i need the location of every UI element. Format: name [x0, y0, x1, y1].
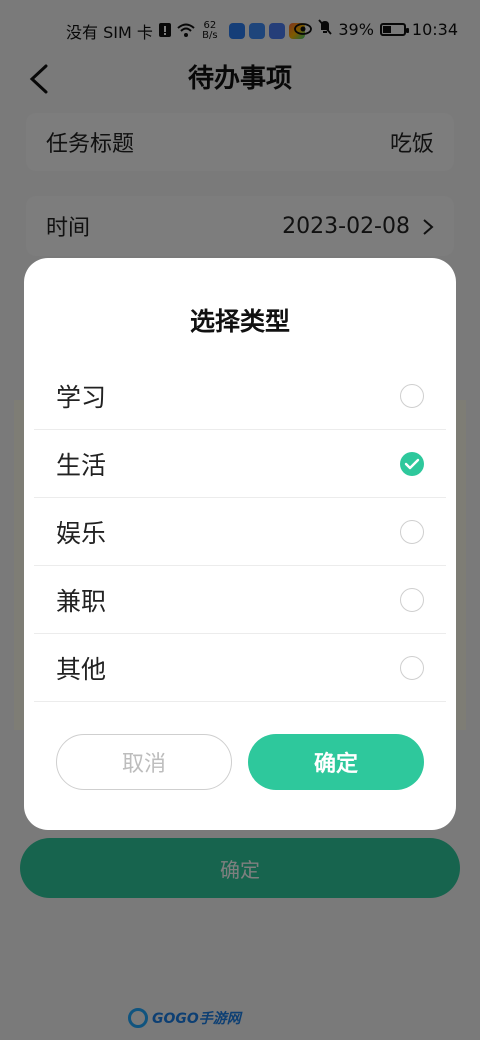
option-label: 学习 — [56, 382, 107, 412]
option-label: 娱乐 — [56, 518, 107, 548]
option-parttime[interactable]: 兼职 — [34, 566, 446, 634]
option-study[interactable]: 学习 — [34, 362, 446, 430]
option-label: 生活 — [56, 450, 107, 480]
radio-checked-icon[interactable] — [400, 451, 424, 476]
confirm-button[interactable]: 确定 — [248, 734, 424, 790]
dialog-title: 选择类型 — [189, 307, 290, 336]
radio-unchecked-icon[interactable] — [400, 587, 424, 612]
option-label: 其他 — [56, 654, 107, 684]
radio-unchecked-icon[interactable] — [400, 655, 424, 680]
option-life[interactable]: 生活 — [34, 430, 446, 498]
option-other[interactable]: 其他 — [34, 634, 446, 702]
type-select-dialog: 选择类型 学习 生活 娱乐 兼职 其他 取消 确定 — [24, 258, 456, 830]
option-label: 兼职 — [56, 586, 107, 616]
cancel-button[interactable]: 取消 — [56, 734, 232, 790]
option-entertainment[interactable]: 娱乐 — [34, 498, 446, 566]
dialog-buttons: 取消 确定 — [56, 734, 424, 790]
option-list: 学习 生活 娱乐 兼职 其他 — [34, 362, 446, 702]
radio-unchecked-icon[interactable] — [400, 383, 424, 408]
radio-unchecked-icon[interactable] — [400, 519, 424, 544]
